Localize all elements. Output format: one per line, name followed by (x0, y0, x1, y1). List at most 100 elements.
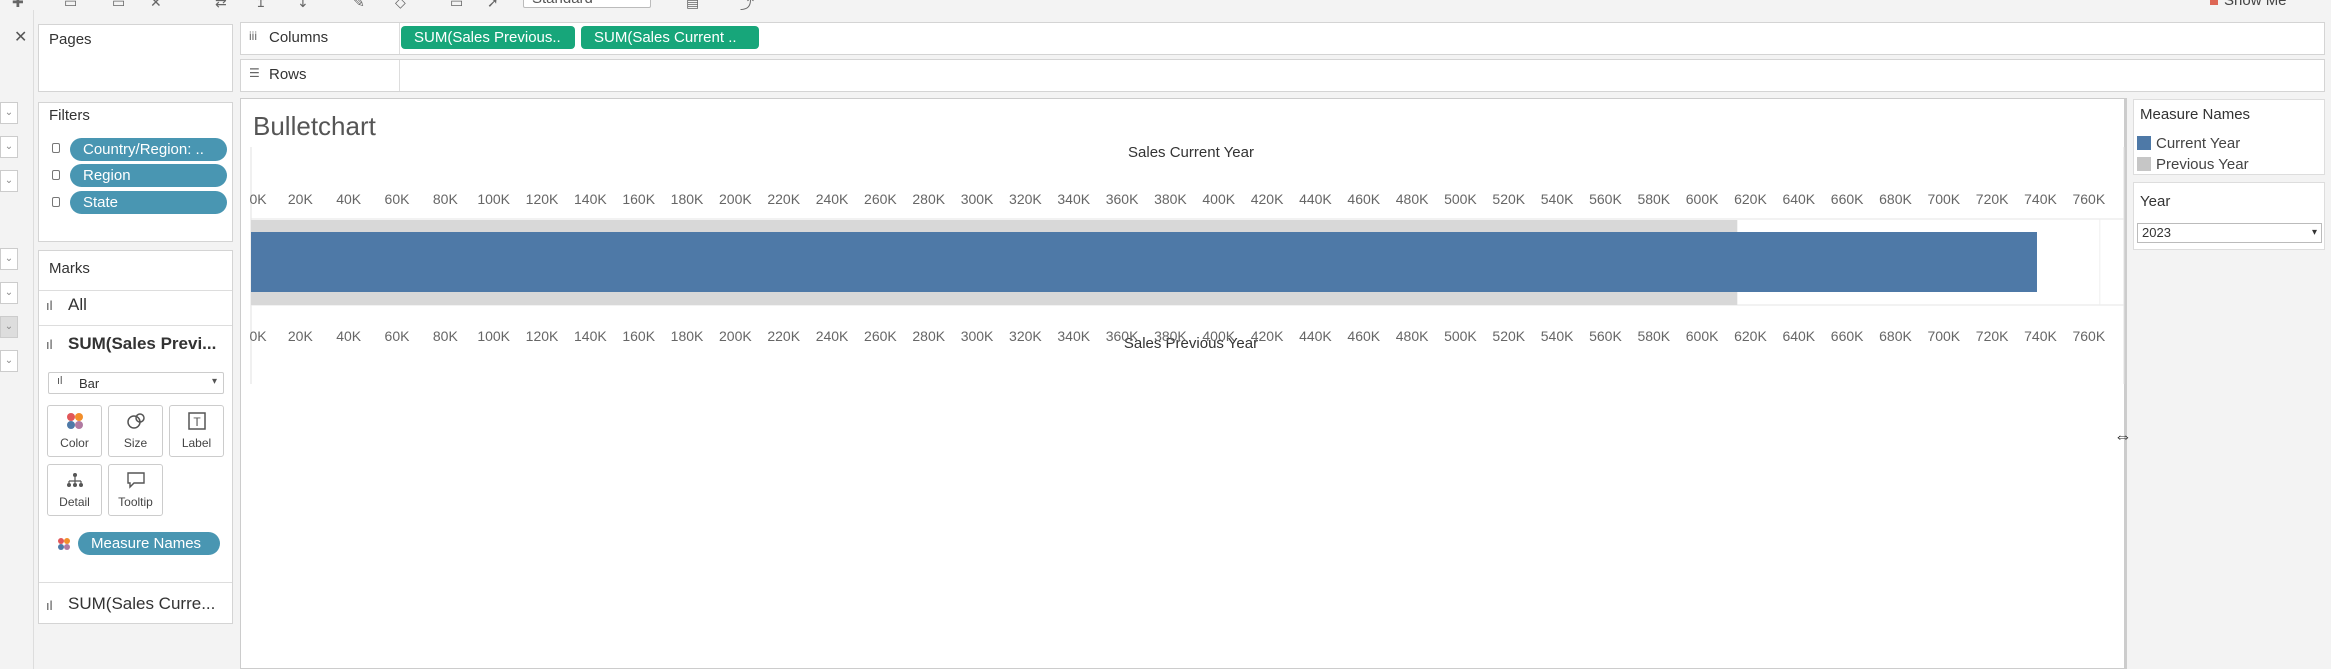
bottom-tick-label: 440K (1299, 328, 1332, 344)
new-sheet-icon[interactable]: ▭ (64, 0, 77, 10)
column-pill-sales-previous[interactable]: SUM(Sales Previous.. (401, 26, 575, 49)
color-icon (48, 412, 101, 434)
mark-type-select[interactable]: ıl Bar ▾ (48, 372, 224, 394)
size-label: Size (123, 436, 148, 450)
bottom-tick-label: 560K (1589, 328, 1622, 344)
presentation-icon[interactable]: ▤ (686, 0, 699, 10)
detail-label: Detail (59, 495, 90, 509)
share-icon[interactable]: ⤴ (740, 0, 754, 10)
show-me-button[interactable]: Show Me (2224, 0, 2287, 9)
duplicate-icon[interactable]: ▭ (112, 0, 125, 10)
detail-button[interactable]: Detail (47, 464, 102, 516)
top-tick-label: 720K (1976, 191, 2009, 207)
measure-names-pill[interactable]: Measure Names (78, 532, 220, 555)
add-icon[interactable]: ✚ (12, 0, 24, 10)
year-value: 2023 (2142, 225, 2171, 240)
label-icon[interactable]: ▭ (450, 0, 463, 10)
filter-pill-region[interactable]: Region (70, 164, 227, 187)
bottom-axis-title: Sales Previous Year (1124, 335, 1258, 352)
clear-sheet-icon[interactable]: ✕ (150, 0, 162, 10)
top-tick-label: 160K (622, 191, 655, 207)
strip-dropdown-icon[interactable]: ⌄ (0, 282, 18, 304)
close-icon[interactable]: ✕ (14, 27, 27, 47)
sort-desc-icon[interactable]: ↧ (297, 0, 309, 10)
pages-title: Pages (49, 31, 92, 48)
view-size-select[interactable]: Standard (523, 0, 651, 8)
tooltip-label: Tooltip (118, 495, 153, 509)
top-tick-label: 20K (288, 191, 314, 207)
mark-type-value: Bar (79, 376, 100, 391)
columns-label: Columns (269, 29, 329, 46)
sort-asc-icon[interactable]: ↥ (255, 0, 267, 10)
strip-dropdown-icon[interactable]: ⌄ (0, 102, 18, 124)
bottom-tick-label: 340K (1057, 328, 1090, 344)
top-tick-label: 180K (671, 191, 704, 207)
top-tick-label: 120K (526, 191, 559, 207)
top-tick-label: 200K (719, 191, 752, 207)
color-button[interactable]: Color (47, 405, 102, 457)
viz-canvas[interactable]: Bulletchart Sales Current Year Sales Prev… (240, 98, 2125, 669)
top-tick-label: 520K (1492, 191, 1525, 207)
marks-sum-sales-previous[interactable]: SUM(Sales Previ... (68, 334, 216, 354)
marks-all[interactable]: All (68, 295, 87, 315)
top-tick-label: 100K (477, 191, 510, 207)
top-tick-label: 600K (1686, 191, 1719, 207)
year-select[interactable]: 2023 ▾ (2137, 223, 2322, 243)
chevron-down-icon: ▾ (2311, 227, 2317, 238)
measure-names-legend: Measure Names Current Year Previous Year (2133, 99, 2325, 175)
group-icon[interactable]: ◇ (395, 0, 406, 10)
column-pill-sales-current[interactable]: SUM(Sales Current .. (581, 26, 759, 49)
legend-item-previous[interactable]: Previous Year (2156, 156, 2249, 173)
top-tick-label: 260K (864, 191, 897, 207)
bar-chart-icon: ıl (57, 375, 63, 387)
strip-dropdown-icon[interactable]: ⌄ (0, 316, 18, 338)
top-tick-label: 240K (816, 191, 849, 207)
rows-shelf[interactable]: ☰ Rows (240, 59, 2325, 92)
tooltip-icon (109, 471, 162, 493)
top-tick-label: 620K (1734, 191, 1767, 207)
top-tick-label: 340K (1057, 191, 1090, 207)
bottom-tick-label: 580K (1637, 328, 1670, 344)
filter-pill-country[interactable]: Country/Region: .. (70, 138, 227, 161)
resize-handle[interactable] (2125, 98, 2127, 669)
data-pane-collapsed: ✕ ⌄ ⌄ ⌄ ⌄ ⌄ ⌄ ⌄ (0, 10, 34, 669)
bottom-tick-label: 680K (1879, 328, 1912, 344)
top-tick-label: 140K (574, 191, 607, 207)
marks-title: Marks (49, 260, 90, 277)
tooltip-button[interactable]: Tooltip (108, 464, 163, 516)
highlight-icon[interactable]: ✎ (353, 0, 365, 10)
size-button[interactable]: Size (108, 405, 163, 457)
top-tick-label: 60K (385, 191, 411, 207)
bottom-tick-label: 280K (912, 328, 945, 344)
swap-icon[interactable]: ⇄ (215, 0, 227, 10)
show-me-icon (2210, 0, 2218, 5)
chevron-down-icon: ▾ (211, 376, 217, 387)
filter-pill-state[interactable]: State (70, 191, 227, 214)
bar-chart-icon: ıl (46, 337, 53, 352)
top-tick-label: 380K (1154, 191, 1187, 207)
pages-card[interactable]: Pages (38, 24, 233, 92)
pin-icon[interactable]: ➚ (487, 0, 499, 10)
label-button[interactable]: T Label (169, 405, 224, 457)
bottom-tick-label: 380K (1154, 328, 1187, 344)
bottom-tick-label: 260K (864, 328, 897, 344)
bottom-tick-label: 640K (1782, 328, 1815, 344)
strip-dropdown-icon[interactable]: ⌄ (0, 248, 18, 270)
bottom-tick-label: 360K (1106, 328, 1139, 344)
bottom-tick-label: 660K (1831, 328, 1864, 344)
legend-swatch-previous (2137, 157, 2151, 171)
strip-dropdown-icon[interactable]: ⌄ (0, 136, 18, 158)
strip-dropdown-icon[interactable]: ⌄ (0, 350, 18, 372)
top-tick-label: 40K (336, 191, 362, 207)
bottom-tick-label: 400K (1202, 328, 1235, 344)
legend-item-current[interactable]: Current Year (2156, 135, 2240, 152)
bottom-tick-label: 620K (1734, 328, 1767, 344)
bottom-tick-label: 740K (2024, 328, 2057, 344)
bottom-tick-label: 40K (336, 328, 362, 344)
year-filter-card: Year 2023 ▾ (2133, 182, 2325, 250)
top-tick-label: 760K (2072, 191, 2105, 207)
bottom-tick-label: 320K (1009, 328, 1042, 344)
year-filter-title: Year (2140, 193, 2171, 210)
strip-dropdown-icon[interactable]: ⌄ (0, 170, 18, 192)
marks-sum-sales-current[interactable]: SUM(Sales Curre... (68, 594, 215, 614)
